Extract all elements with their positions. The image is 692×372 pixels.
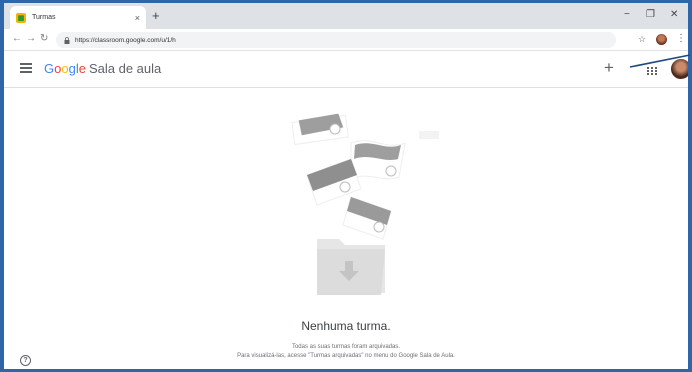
profile-avatar-small[interactable] — [656, 34, 667, 45]
url-text: https://classroom.google.com/u/1/h — [75, 36, 176, 44]
brand-letter: G — [44, 61, 55, 76]
paper-4 — [342, 196, 392, 240]
empty-state-line-2: Para visualizá-las, acesse "Turmas arqui… — [237, 353, 455, 359]
browser-toolbar: ← → ↻ https://classroom.google.com/u/1/h… — [4, 29, 688, 51]
help-icon[interactable]: ? — [20, 355, 31, 366]
back-arrow-icon[interactable]: ← — [12, 33, 22, 44]
close-window-button[interactable]: ✕ — [670, 9, 678, 20]
reload-icon[interactable]: ↻ — [40, 33, 48, 44]
paper-2 — [350, 140, 406, 180]
lock-icon — [64, 36, 70, 44]
app-header: Google Sala de aula + — [4, 52, 688, 88]
empty-state-line-1: Todas as suas turmas foram arquivadas. — [291, 344, 401, 350]
brand-letter: g — [68, 61, 76, 76]
address-bar[interactable]: https://classroom.google.com/u/1/h — [56, 32, 616, 48]
browser-window: ▦ Turmas × + − ❐ ✕ ← → ↻ https://classro… — [4, 3, 688, 369]
new-tab-button[interactable]: + — [152, 8, 160, 23]
add-class-button[interactable]: + — [604, 58, 614, 78]
product-name: Sala de aula — [88, 61, 162, 76]
browser-tab-bar: ▦ Turmas × + − ❐ ✕ — [4, 3, 688, 29]
classroom-favicon-icon: ▦ — [16, 12, 26, 23]
bookmark-star-icon[interactable]: ☆ — [638, 34, 646, 45]
app-logo[interactable]: Google Sala de aula — [44, 61, 161, 76]
paper-1 — [291, 113, 349, 146]
restore-button[interactable]: ❐ — [646, 9, 655, 20]
brand-letter: e — [78, 61, 86, 76]
empty-state-title: Nenhuma turma. — [301, 319, 391, 333]
browser-menu-icon[interactable]: ⋮ — [676, 33, 686, 44]
tab-title: Turmas — [32, 14, 56, 21]
browser-tab[interactable]: ▦ Turmas × — [10, 6, 146, 29]
empty-classes-illustration — [291, 113, 439, 295]
minimize-button[interactable]: − — [624, 9, 630, 20]
brand-letter: o — [61, 61, 69, 76]
bg-card — [419, 131, 439, 139]
tab-close-icon[interactable]: × — [135, 13, 140, 23]
forward-arrow-icon[interactable]: → — [26, 33, 36, 44]
callout-pointer-line — [629, 54, 691, 68]
main-menu-icon[interactable] — [20, 63, 32, 73]
